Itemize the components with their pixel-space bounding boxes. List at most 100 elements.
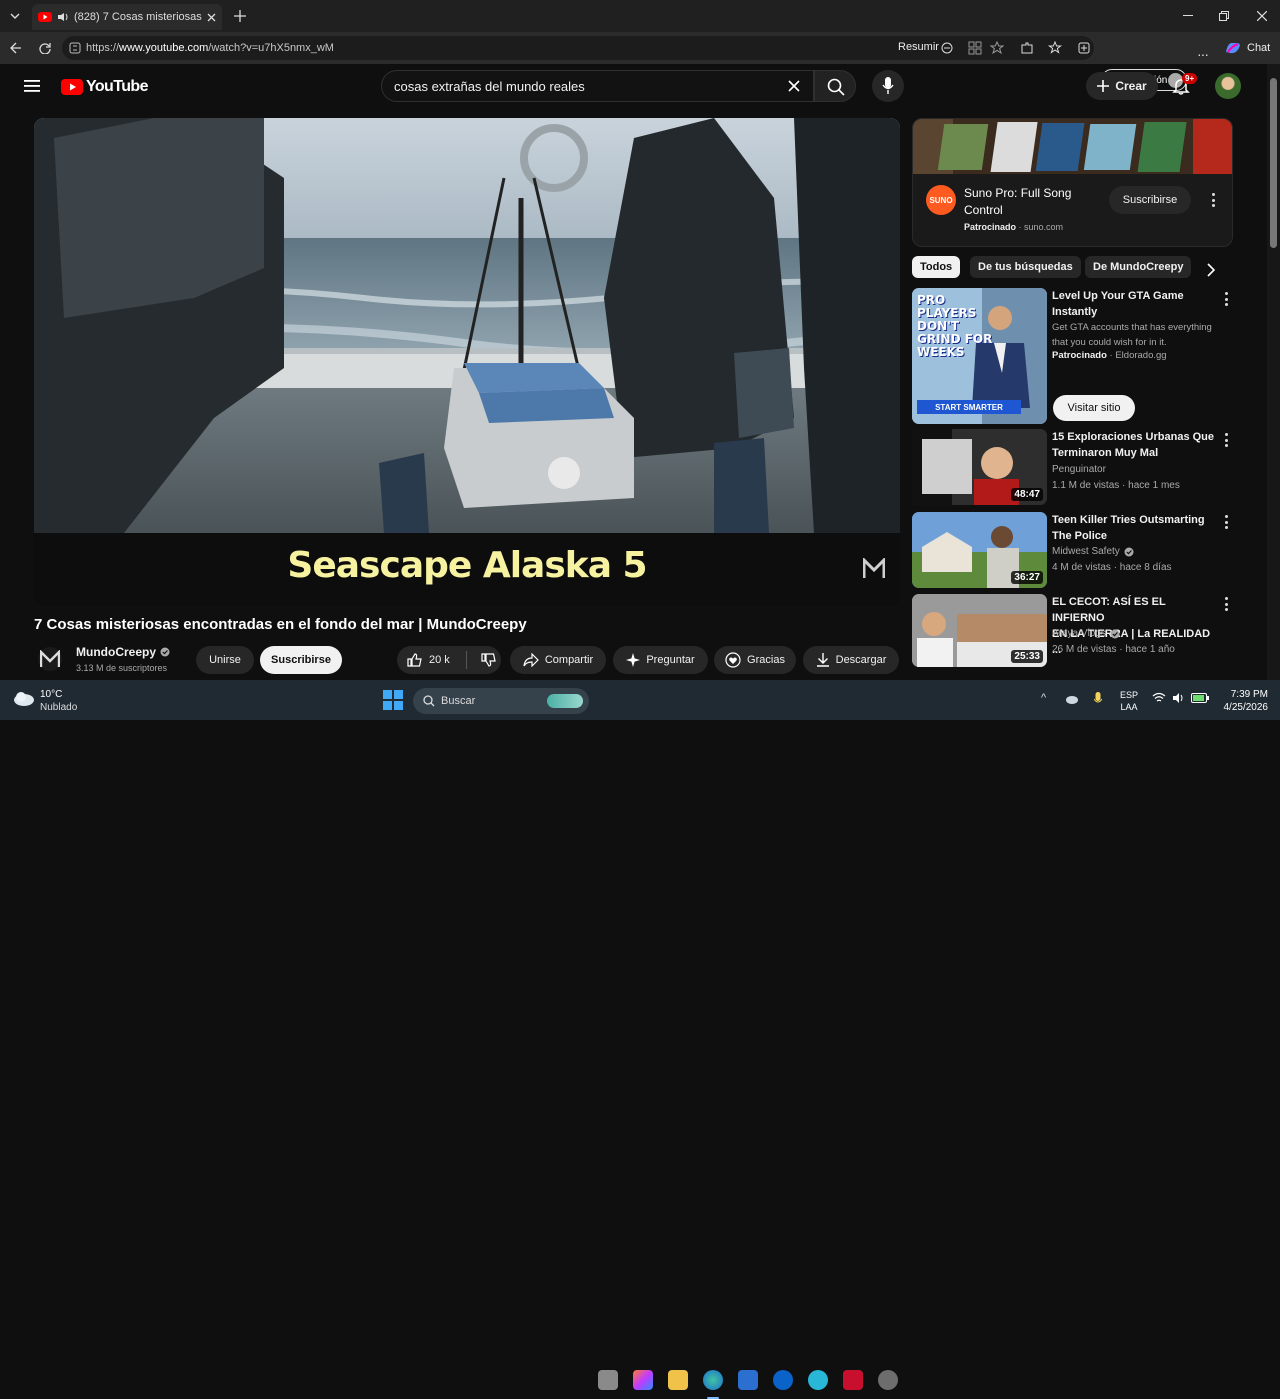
rec-3-thumbnail[interactable]: 25:33 [912,594,1047,667]
sponsored-ad-card[interactable]: SUNO Suno Pro: Full Song Control Patroci… [912,118,1233,247]
wifi-icon[interactable] [1152,692,1166,704]
youtube-logo[interactable]: YouTube [61,78,148,96]
account-avatar[interactable] [1215,73,1241,99]
rec-ad-thumb-button: START SMARTER [917,400,1021,414]
url-field[interactable]: https://www.youtube.com/watch?v=u7hX5nmx… [62,36,1094,60]
rec-1-title-2: Terminaron Muy Mal [1052,447,1159,459]
file-explorer-icon[interactable] [668,1370,688,1390]
extensions-icon[interactable] [1019,40,1035,56]
rec-1-more-icon[interactable] [1222,433,1230,447]
collections-icon[interactable] [1076,40,1092,56]
rec-2-verified-icon [1124,547,1134,557]
speaker-icon[interactable] [57,12,69,22]
video-player[interactable]: Seascape Alaska 5 [34,118,900,605]
chat-button[interactable]: Chat [1247,42,1270,54]
copilot-icon[interactable] [1224,40,1242,56]
rec-3-more-icon[interactable] [1222,597,1230,611]
ask-button[interactable]: Preguntar [613,646,708,674]
voice-search-button[interactable] [872,70,904,102]
dislike-icon[interactable] [481,653,497,667]
onedrive-icon[interactable] [1065,694,1079,704]
visit-site-button[interactable]: Visitar sitio [1053,395,1135,421]
scrollbar-thumb[interactable] [1270,78,1277,248]
resumir-button[interactable]: Resumir [898,41,939,53]
search-button[interactable] [814,70,856,102]
rec-ad-thumbnail[interactable]: PRO PLAYERS DON'T GRIND FOR WEEKS START … [912,288,1047,424]
rec-ad-title[interactable]: Level Up Your GTA Game Instantly [1052,288,1217,320]
close-window-icon[interactable] [1254,8,1270,24]
hamburger-menu-icon[interactable] [24,79,40,93]
rec-3-channel-row[interactable]: Araya Vlogs [1052,626,1120,642]
search-input[interactable]: cosas extrañas del mundo reales [381,70,814,102]
favorite-star-icon[interactable] [990,41,1004,55]
tab-actions-icon[interactable] [6,8,24,24]
like-count[interactable]: 20 k [429,654,450,666]
language-indicator[interactable]: ESP LAA [1120,689,1138,713]
edge-browser-icon[interactable] [703,1370,723,1390]
download-button[interactable]: Descargar [803,646,899,674]
channel-name[interactable]: MundoCreepy [76,645,170,659]
hp-app-icon[interactable] [773,1370,793,1390]
rec-1-channel[interactable]: Penguinator [1052,462,1106,478]
notifications-button[interactable]: 9+ [1172,73,1198,97]
browser-tab[interactable]: (828) 7 Cosas misteriosas enc [32,4,222,30]
clock-time: 7:39 PM [1230,689,1268,700]
mic-tray-icon[interactable] [1094,692,1102,706]
rec-ad-title-2: Instantly [1052,306,1098,318]
chip-de-tus-busquedas[interactable]: De tus búsquedas [970,256,1081,278]
subscribe-button[interactable]: Suscribirse [260,646,342,674]
rec-3-title-1: EL CECOT: ASÍ ES EL INFIERNO [1052,596,1166,624]
chat-app-icon[interactable] [808,1370,828,1390]
windows-start-icon[interactable] [383,690,403,710]
channel-watermark-icon[interactable] [863,558,885,580]
share-button[interactable]: Compartir [510,646,606,674]
rec-2-channel-row[interactable]: Midwest Safety [1052,544,1134,560]
ad-title-line2: Control [964,203,1003,217]
rec-ad-more-icon[interactable] [1222,292,1230,306]
rec-2-thumbnail[interactable]: 36:27 [912,512,1047,588]
taskbar-search[interactable]: Buscar [413,688,589,714]
weather-cloud-icon[interactable] [12,689,36,707]
volume-icon[interactable] [1172,692,1186,704]
thanks-heart-icon [725,652,741,668]
summarize-icon[interactable] [940,41,954,55]
weather-temp[interactable]: 10°C [40,689,62,700]
microsoft-store-icon[interactable] [738,1370,758,1390]
task-view-icon[interactable] [598,1370,618,1390]
rec-1-title[interactable]: 15 Exploraciones Urbanas Que Terminaron … [1052,429,1217,461]
settings-app-icon[interactable] [878,1370,898,1390]
site-info-icon[interactable] [69,42,81,54]
new-tab-icon[interactable] [232,8,248,24]
show-hidden-icons[interactable]: ^ [1041,692,1046,704]
close-tab-icon[interactable] [207,13,216,22]
rec-ad-sponsored-label: Patrocinado [1052,350,1107,361]
clear-search-icon[interactable] [788,80,800,92]
chip-todos[interactable]: Todos [912,256,961,278]
apps-icon[interactable] [968,41,982,55]
chips-next-icon[interactable] [1206,263,1216,277]
battery-icon[interactable] [1191,693,1209,703]
ad-subscribe-button[interactable]: Suscribirse [1109,186,1191,214]
rec-3-channel: Araya Vlogs [1052,628,1106,639]
rec-2-more-icon[interactable] [1222,515,1230,529]
ad-more-icon[interactable] [1209,193,1217,207]
join-button[interactable]: Unirse [196,646,254,674]
page-scrollbar[interactable] [1267,64,1280,680]
channel-avatar[interactable] [38,647,62,671]
thanks-button[interactable]: Gracias [714,646,796,674]
chip-de-mundocreepy[interactable]: De MundoCreepy [1085,256,1192,278]
minimize-icon[interactable] [1180,8,1196,24]
more-menu-icon[interactable]: ··· [1197,46,1209,62]
favorites-icon[interactable] [1047,40,1063,56]
rec-2-title[interactable]: Teen Killer Tries Outsmarting The Police [1052,512,1217,544]
copilot-app-icon[interactable] [633,1370,653,1390]
download-icon [816,653,830,667]
clock[interactable]: 7:39 PM 4/25/2026 [1220,688,1269,714]
back-icon[interactable] [8,40,24,56]
create-button[interactable]: Crear [1086,72,1158,100]
rec-1-thumbnail[interactable]: 48:47 [912,429,1047,505]
security-app-icon[interactable] [843,1370,863,1390]
restore-icon[interactable] [1216,8,1232,24]
reload-icon[interactable] [37,40,53,56]
like-icon[interactable] [407,653,423,667]
